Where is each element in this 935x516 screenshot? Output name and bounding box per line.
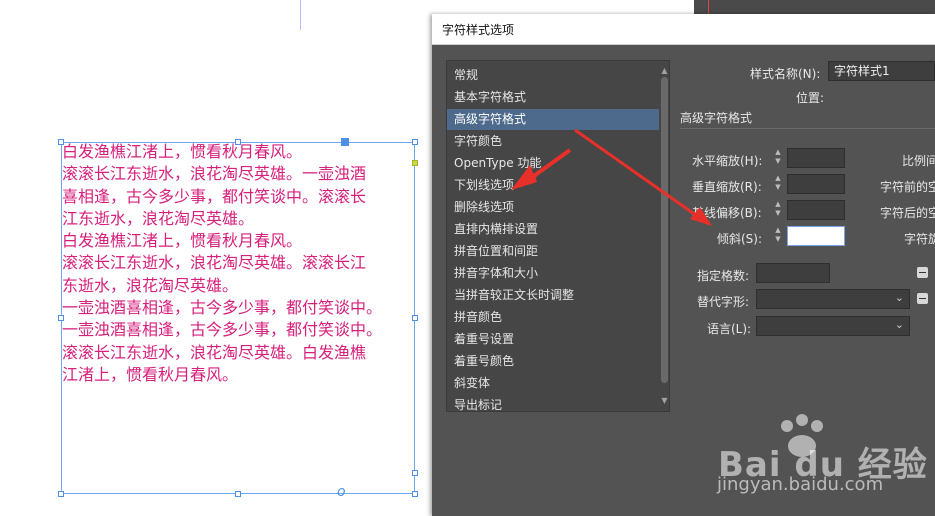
arrow-to-skew (574, 128, 701, 220)
arrow-head (690, 207, 712, 226)
arrow-head (511, 165, 537, 190)
watermark-url: jingyan.baidu.com (717, 474, 884, 495)
